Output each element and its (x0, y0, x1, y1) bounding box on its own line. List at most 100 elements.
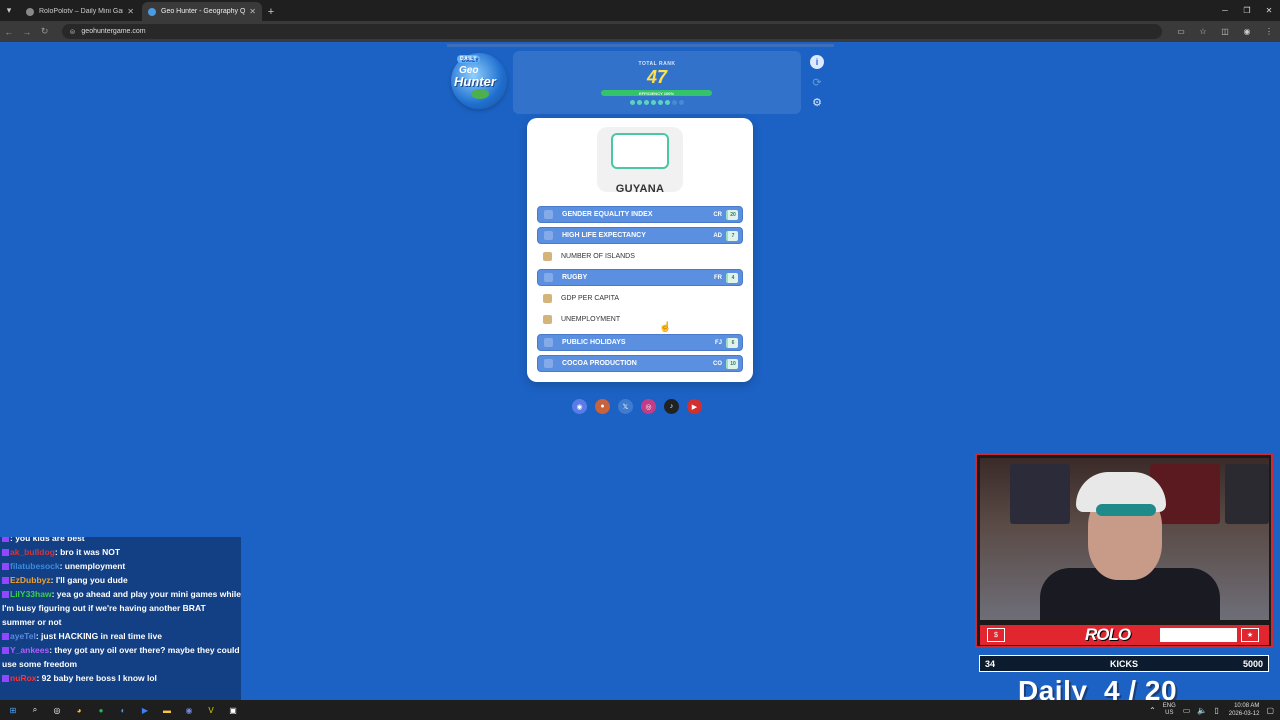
reload-icon[interactable]: ↻ (36, 26, 54, 37)
progress-dot (658, 100, 663, 105)
battery-icon[interactable]: ▯ (1214, 706, 1218, 715)
category-rank-badge: 20 (726, 209, 738, 220)
system-tray: ⌃ ENG US ▭ 🔈 ▯ 10:08 AM 2026-03-12 ▢ (1142, 702, 1274, 718)
country-box: GUYANA (597, 127, 683, 195)
chat-message: filatubesock: unemployment (0, 559, 241, 573)
flag-placeholder (611, 133, 669, 169)
extensions-icon[interactable]: ◫ (1214, 27, 1236, 36)
chat-username[interactable]: nuRox (10, 673, 36, 683)
chat-username[interactable]: EzDubbyz (10, 575, 51, 585)
chat-message: : you kids are best (0, 537, 241, 545)
stream-app-icon[interactable]: ▶ (136, 703, 154, 717)
browser-app-icon[interactable]: ◐ (114, 703, 132, 717)
category-cocoa-production[interactable]: COCOA PRODUCTION CO 10 (537, 355, 743, 372)
tab-search-icon[interactable]: ▾ (0, 0, 18, 21)
discord-app-icon[interactable]: ◉ (180, 703, 198, 717)
tab-favicon-icon (148, 7, 156, 16)
gear-icon[interactable]: ⚙ (810, 95, 824, 109)
chat-username[interactable]: Y_ankees (10, 645, 49, 655)
chat-badge-icon (2, 633, 9, 641)
geo-hunter-logo[interactable]: DAILY Geo Hunter (451, 53, 507, 109)
chat-message: nuRox: 92 baby here boss I know lol (0, 671, 241, 685)
kicks-goal: 5000 (1242, 658, 1263, 669)
webcam-frame: $ ROLO ★ (975, 453, 1273, 648)
progress-dot (679, 100, 684, 105)
close-window-icon[interactable]: ✕ (1258, 0, 1280, 21)
windows-start-icon[interactable]: ⊞ (4, 703, 22, 717)
category-label: HIGH LIFE EXPECTANCY (562, 232, 646, 239)
chat-badge-icon (2, 563, 9, 571)
logo-hunter-text: Hunter (454, 74, 496, 89)
category-public-holidays[interactable]: PUBLIC HOLIDAYS FJ 6 (537, 334, 743, 351)
minimize-icon[interactable]: ─ (1214, 0, 1236, 21)
chat-username[interactable]: ak_bulldog (10, 547, 55, 557)
tray-chevron-icon[interactable]: ⌃ (1149, 706, 1156, 715)
progress-dot (644, 100, 649, 105)
clock[interactable]: 10:08 AM 2026-03-12 (1229, 702, 1260, 718)
category-gdp-per-capita[interactable]: GDP PER CAPITA (537, 290, 743, 307)
language-indicator[interactable]: ENG US (1163, 703, 1176, 717)
cast-icon[interactable]: ▭ (1170, 27, 1192, 36)
folder-icon[interactable]: ▬ (158, 703, 176, 717)
discord-icon[interactable]: ◉ (572, 399, 587, 414)
chat-message: ak_bulldog: bro it was NOT (0, 545, 241, 559)
tab-favicon-icon (26, 7, 34, 16)
back-icon[interactable]: ← (0, 27, 18, 37)
category-label: UNEMPLOYMENT (561, 316, 621, 323)
tab-geo-hunter[interactable]: Geo Hunter - Geography Quiz ✕ (142, 2, 262, 21)
refresh-icon[interactable]: ⟳ (810, 75, 824, 89)
region-text: US (1165, 710, 1174, 716)
category-list: GENDER EQUALITY INDEX CR 20 HIGH LIFE EXPEC… (537, 206, 743, 376)
brand-bar-blank (1160, 628, 1237, 642)
star-badge-icon: ★ (1241, 628, 1259, 642)
tab-rolopolotv[interactable]: RoloPolotv – Daily Mini Game H ✕ (20, 2, 140, 21)
chat-username[interactable]: ayeTel (10, 631, 36, 641)
chat-username[interactable]: LilY33haw (10, 589, 52, 599)
dollar-badge-icon: $ (987, 628, 1005, 642)
volume-icon[interactable]: 🔈 (1197, 706, 1207, 715)
search-icon[interactable]: ⌕ (26, 703, 44, 717)
menu-icon[interactable]: ⋮ (1258, 27, 1280, 36)
info-icon[interactable]: i (810, 55, 824, 69)
progress-dots (630, 100, 684, 105)
x-icon[interactable]: 𝕏 (618, 399, 633, 414)
category-country-code: CO (713, 360, 722, 367)
kicks-label: KICKS (1109, 658, 1138, 669)
close-tab-icon[interactable]: ✕ (249, 7, 256, 16)
network-icon[interactable]: ▭ (1183, 706, 1191, 715)
category-rugby[interactable]: RUGBY FR 4 (537, 269, 743, 286)
vscode-icon[interactable]: V (202, 703, 220, 717)
category-gender-equality-index[interactable]: GENDER EQUALITY INDEX CR 20 (537, 206, 743, 223)
category-rank-badge: 10 (726, 358, 738, 369)
category-unemployment[interactable]: UNEMPLOYMENT (537, 311, 743, 328)
reddit-icon[interactable]: ● (595, 399, 610, 414)
chat-text: : 92 baby here boss I know lol (36, 673, 157, 683)
tiktok-icon[interactable]: ♪ (664, 399, 679, 414)
instagram-icon[interactable]: ◎ (641, 399, 656, 414)
category-number-of-islands[interactable]: NUMBER OF ISLANDS (537, 248, 743, 265)
category-label: RUGBY (562, 274, 588, 281)
logo-daily-badge: DAILY (457, 55, 481, 63)
restore-icon[interactable]: ❐ (1236, 0, 1258, 21)
youtube-icon[interactable]: ▶ (687, 399, 702, 414)
chrome-icon[interactable]: ◕ (70, 703, 88, 717)
forward-icon[interactable]: → (18, 27, 36, 37)
obs-icon[interactable]: ◎ (48, 703, 66, 717)
category-high-life-expectancy[interactable]: HIGH LIFE EXPECTANCY AD 7 (537, 227, 743, 244)
site-info-icon[interactable]: ⊜ (70, 28, 76, 36)
bookmark-star-icon[interactable]: ☆ (1192, 27, 1214, 36)
new-tab-button[interactable]: + (262, 2, 280, 21)
profile-icon[interactable]: ◉ (1236, 27, 1258, 36)
chart-down-icon (543, 315, 552, 324)
clock-time: 10:08 AM (1234, 703, 1260, 709)
app-icon[interactable]: ▣ (224, 703, 242, 717)
chat-message: LilY33haw: yea go ahead and play your mi… (0, 587, 241, 629)
close-tab-icon[interactable]: ✕ (127, 7, 134, 16)
notifications-icon[interactable]: ▢ (1266, 706, 1274, 715)
spotify-icon[interactable]: ● (92, 703, 110, 717)
chat-username[interactable]: filatubesock (10, 561, 60, 571)
address-bar[interactable]: ⊜ geohuntergame.com (61, 24, 1162, 39)
category-country-code: FJ (714, 339, 722, 346)
kicks-count: 34 (985, 658, 996, 669)
window-controls: ─ ❐ ✕ (1214, 0, 1280, 21)
